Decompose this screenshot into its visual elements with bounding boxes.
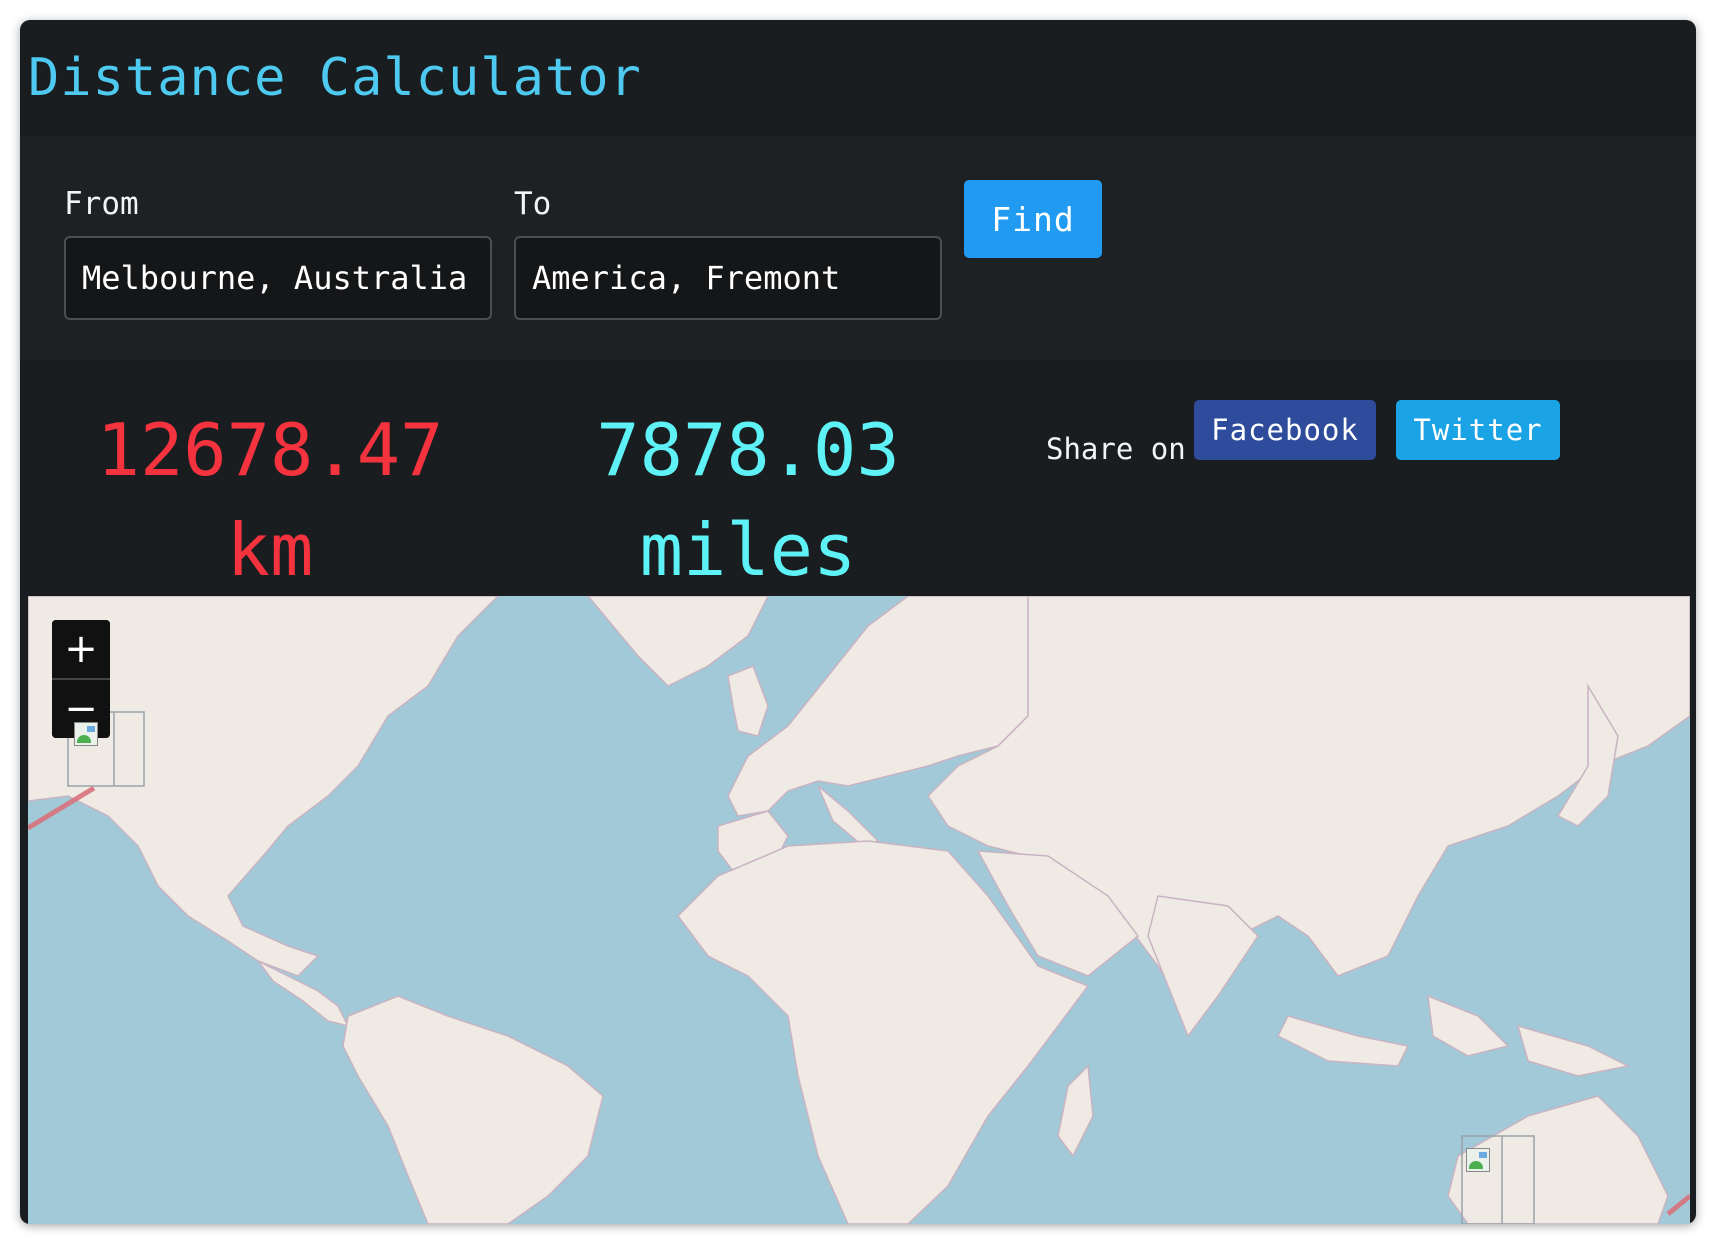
distance-km: 12678.47 km [60, 400, 480, 600]
miles-value: 7878.03 [596, 408, 900, 492]
page-title: Distance Calculator [28, 48, 642, 108]
km-unit: km [226, 508, 314, 592]
to-label: To [514, 186, 552, 222]
from-marker-icon[interactable] [74, 722, 98, 746]
twitter-share-button[interactable]: Twitter [1396, 400, 1560, 460]
find-button[interactable]: Find [964, 180, 1102, 258]
to-input[interactable] [514, 236, 942, 320]
search-form: From To Find [20, 136, 1696, 360]
zoom-control: + − [52, 620, 110, 738]
facebook-share-button[interactable]: Facebook [1194, 400, 1376, 460]
from-label: From [64, 186, 139, 222]
map-tiles [28, 596, 1690, 1224]
world-map[interactable]: + − [28, 596, 1690, 1224]
zoom-in-button[interactable]: + [52, 620, 110, 678]
share-label: Share on [1046, 432, 1186, 466]
km-value: 12678.47 [96, 408, 444, 492]
app-window: Distance Calculator From To Find 12678.4… [20, 20, 1696, 1224]
to-marker-icon[interactable] [1466, 1148, 1490, 1172]
from-input[interactable] [64, 236, 492, 320]
distance-miles: 7878.03 miles [538, 400, 958, 600]
miles-unit: miles [639, 508, 857, 592]
